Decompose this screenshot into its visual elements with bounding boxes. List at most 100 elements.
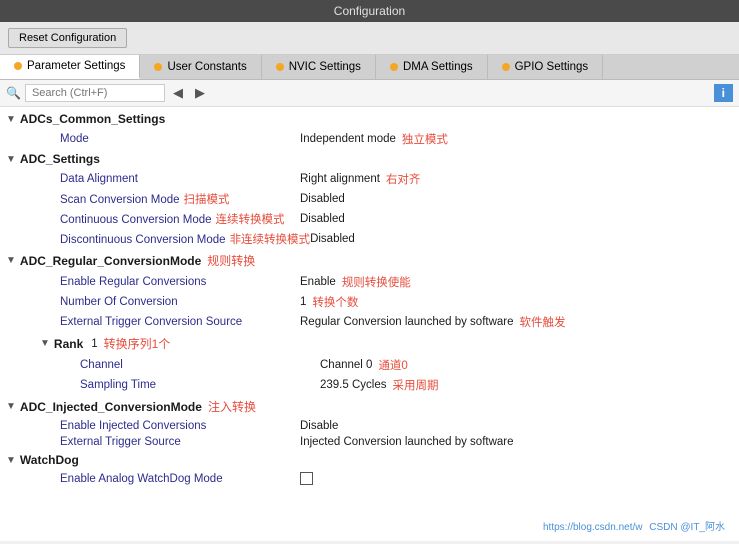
value-channel: Channel 0 <box>320 359 372 371</box>
rank-cn: 转换序列1个 <box>104 335 171 352</box>
value-sampling-time-cn: 采用周期 <box>392 377 438 393</box>
section-rank: ▼ Rank 1 转换序列1个 Channel Channel 0 通道0 Sa… <box>0 332 739 395</box>
label-mode: Mode <box>60 133 300 145</box>
section-header-adc-settings[interactable]: ▼ ADC_Settings <box>0 149 739 169</box>
collapse-arrow-adc-regular: ▼ <box>6 255 16 266</box>
value-ext-trigger-source: Regular Conversion launched by software <box>300 316 514 328</box>
tab-label-user: User Constants <box>167 61 246 73</box>
info-button[interactable]: i <box>714 84 733 102</box>
collapse-arrow-adcs-common: ▼ <box>6 114 16 125</box>
label-continuous-cn: 连续转换模式 <box>216 214 285 226</box>
tab-gpio-settings[interactable]: GPIO Settings <box>488 55 604 79</box>
collapse-arrow-watchdog: ▼ <box>6 455 16 466</box>
tab-parameter-settings[interactable]: Parameter Settings <box>0 55 140 79</box>
title-bar: Configuration <box>0 0 739 22</box>
section-header-adc-regular[interactable]: ▼ ADC_Regular_ConversionMode 规则转换 <box>0 249 739 272</box>
row-scan-conversion: Scan Conversion Mode扫描模式 Disabled <box>0 189 739 209</box>
tab-dma-settings[interactable]: DMA Settings <box>376 55 488 79</box>
toolbar: Reset Configuration <box>0 22 739 55</box>
tabs-container: Parameter Settings User Constants NVIC S… <box>0 55 739 80</box>
label-discontinuous-cn: 非连续转换模式 <box>230 234 311 246</box>
section-header-adc-injected[interactable]: ▼ ADC_Injected_ConversionMode 注入转换 <box>0 395 739 418</box>
watermark-author: CSDN @IT_阿水 <box>649 522 725 533</box>
row-ext-trigger-injected: External Trigger Source Injected Convers… <box>0 434 739 450</box>
section-title-watchdog: WatchDog <box>20 453 79 467</box>
nav-prev-icon[interactable]: ◀ <box>169 84 187 102</box>
section-adc-injected: ▼ ADC_Injected_ConversionMode 注入转换 Enabl… <box>0 395 739 450</box>
row-sampling-time: Sampling Time 239.5 Cycles 采用周期 <box>0 375 739 395</box>
nav-next-icon[interactable]: ▶ <box>191 84 209 102</box>
label-number-of-conversion: Number Of Conversion <box>60 296 300 308</box>
value-sampling-time: 239.5 Cycles <box>320 379 386 391</box>
section-title-rank: Rank <box>54 337 83 351</box>
label-enable-injected: Enable Injected Conversions <box>60 420 300 432</box>
section-header-rank[interactable]: ▼ Rank 1 转换序列1个 <box>0 332 739 355</box>
value-number-of-conversion: 1 <box>300 296 306 308</box>
tab-dot-nvic <box>276 63 284 71</box>
search-bar: 🔍 ◀ ▶ i <box>0 80 739 107</box>
tab-user-constants[interactable]: User Constants <box>140 55 261 79</box>
tab-label-nvic: NVIC Settings <box>289 61 361 73</box>
value-enable-regular: Enable <box>300 276 336 288</box>
row-mode: Mode Independent mode 独立模式 <box>0 129 739 149</box>
label-enable-regular: Enable Regular Conversions <box>60 276 300 288</box>
row-enable-injected: Enable Injected Conversions Disable <box>0 418 739 434</box>
reset-config-button[interactable]: Reset Configuration <box>8 28 127 48</box>
section-adc-regular: ▼ ADC_Regular_ConversionMode 规则转换 Enable… <box>0 249 739 332</box>
value-data-alignment-cn: 右对齐 <box>386 171 421 187</box>
section-title-adc-injected-cn: 注入转换 <box>208 398 256 415</box>
label-discontinuous-conversion: Discontinuous Conversion Mode非连续转换模式 <box>60 231 310 247</box>
label-scan-conversion: Scan Conversion Mode扫描模式 <box>60 191 300 207</box>
label-channel: Channel <box>80 359 320 371</box>
section-adc-settings: ▼ ADC_Settings Data Alignment Right alig… <box>0 149 739 249</box>
checkbox-watchdog-mode[interactable] <box>300 472 313 485</box>
tab-label-parameter: Parameter Settings <box>27 60 125 72</box>
section-title-adc-injected: ADC_Injected_ConversionMode <box>20 400 202 414</box>
title-text: Configuration <box>334 4 405 18</box>
watermark-url: https://blog.csdn.net/w <box>543 522 643 533</box>
section-header-adcs-common[interactable]: ▼ ADCs_Common_Settings <box>0 109 739 129</box>
row-discontinuous-conversion: Discontinuous Conversion Mode非连续转换模式 Dis… <box>0 229 739 249</box>
label-sampling-time: Sampling Time <box>80 379 320 391</box>
value-ext-trigger-source-cn: 软件触发 <box>520 314 566 330</box>
section-title-adc-regular-cn: 规则转换 <box>207 252 255 269</box>
watermark: https://blog.csdn.net/w CSDN @IT_阿水 <box>543 518 729 533</box>
tab-dot-parameter <box>14 62 22 70</box>
value-ext-trigger-injected: Injected Conversion launched by software <box>300 436 514 448</box>
collapse-arrow-adc-settings: ▼ <box>6 154 16 165</box>
value-mode-cn: 独立模式 <box>402 131 448 147</box>
tab-label-gpio: GPIO Settings <box>515 61 589 73</box>
search-icon: 🔍 <box>6 86 21 100</box>
section-adcs-common: ▼ ADCs_Common_Settings Mode Independent … <box>0 109 739 149</box>
tab-dot-dma <box>390 63 398 71</box>
value-data-alignment: Right alignment <box>300 173 380 185</box>
row-continuous-conversion: Continuous Conversion Mode连续转换模式 Disable… <box>0 209 739 229</box>
content-area: ▼ ADCs_Common_Settings Mode Independent … <box>0 107 739 541</box>
row-watchdog-mode: Enable Analog WatchDog Mode <box>0 470 739 487</box>
row-enable-regular: Enable Regular Conversions Enable 规则转换使能 <box>0 272 739 292</box>
tab-dot-gpio <box>502 63 510 71</box>
row-number-of-conversion: Number Of Conversion 1 转换个数 <box>0 292 739 312</box>
value-channel-cn: 通道0 <box>378 357 407 373</box>
value-continuous-conversion: Disabled <box>300 213 345 225</box>
value-enable-injected: Disable <box>300 420 338 432</box>
rank-value: 1 <box>91 338 97 350</box>
tab-label-dma: DMA Settings <box>403 61 473 73</box>
value-scan-conversion: Disabled <box>300 193 345 205</box>
section-watchdog: ▼ WatchDog Enable Analog WatchDog Mode <box>0 450 739 487</box>
section-header-watchdog[interactable]: ▼ WatchDog <box>0 450 739 470</box>
label-ext-trigger-source: External Trigger Conversion Source <box>60 316 300 328</box>
label-watchdog-mode: Enable Analog WatchDog Mode <box>60 473 300 485</box>
value-discontinuous-conversion: Disabled <box>310 233 355 245</box>
row-channel: Channel Channel 0 通道0 <box>0 355 739 375</box>
row-data-alignment: Data Alignment Right alignment 右对齐 <box>0 169 739 189</box>
value-number-of-conversion-cn: 转换个数 <box>312 294 358 310</box>
row-ext-trigger-source: External Trigger Conversion Source Regul… <box>0 312 739 332</box>
section-title-adcs-common: ADCs_Common_Settings <box>20 112 165 126</box>
tab-nvic-settings[interactable]: NVIC Settings <box>262 55 376 79</box>
section-title-adc-settings: ADC_Settings <box>20 152 100 166</box>
tab-dot-user <box>154 63 162 71</box>
search-input[interactable] <box>25 84 165 102</box>
collapse-arrow-rank: ▼ <box>40 338 50 349</box>
section-title-adc-regular: ADC_Regular_ConversionMode <box>20 254 201 268</box>
